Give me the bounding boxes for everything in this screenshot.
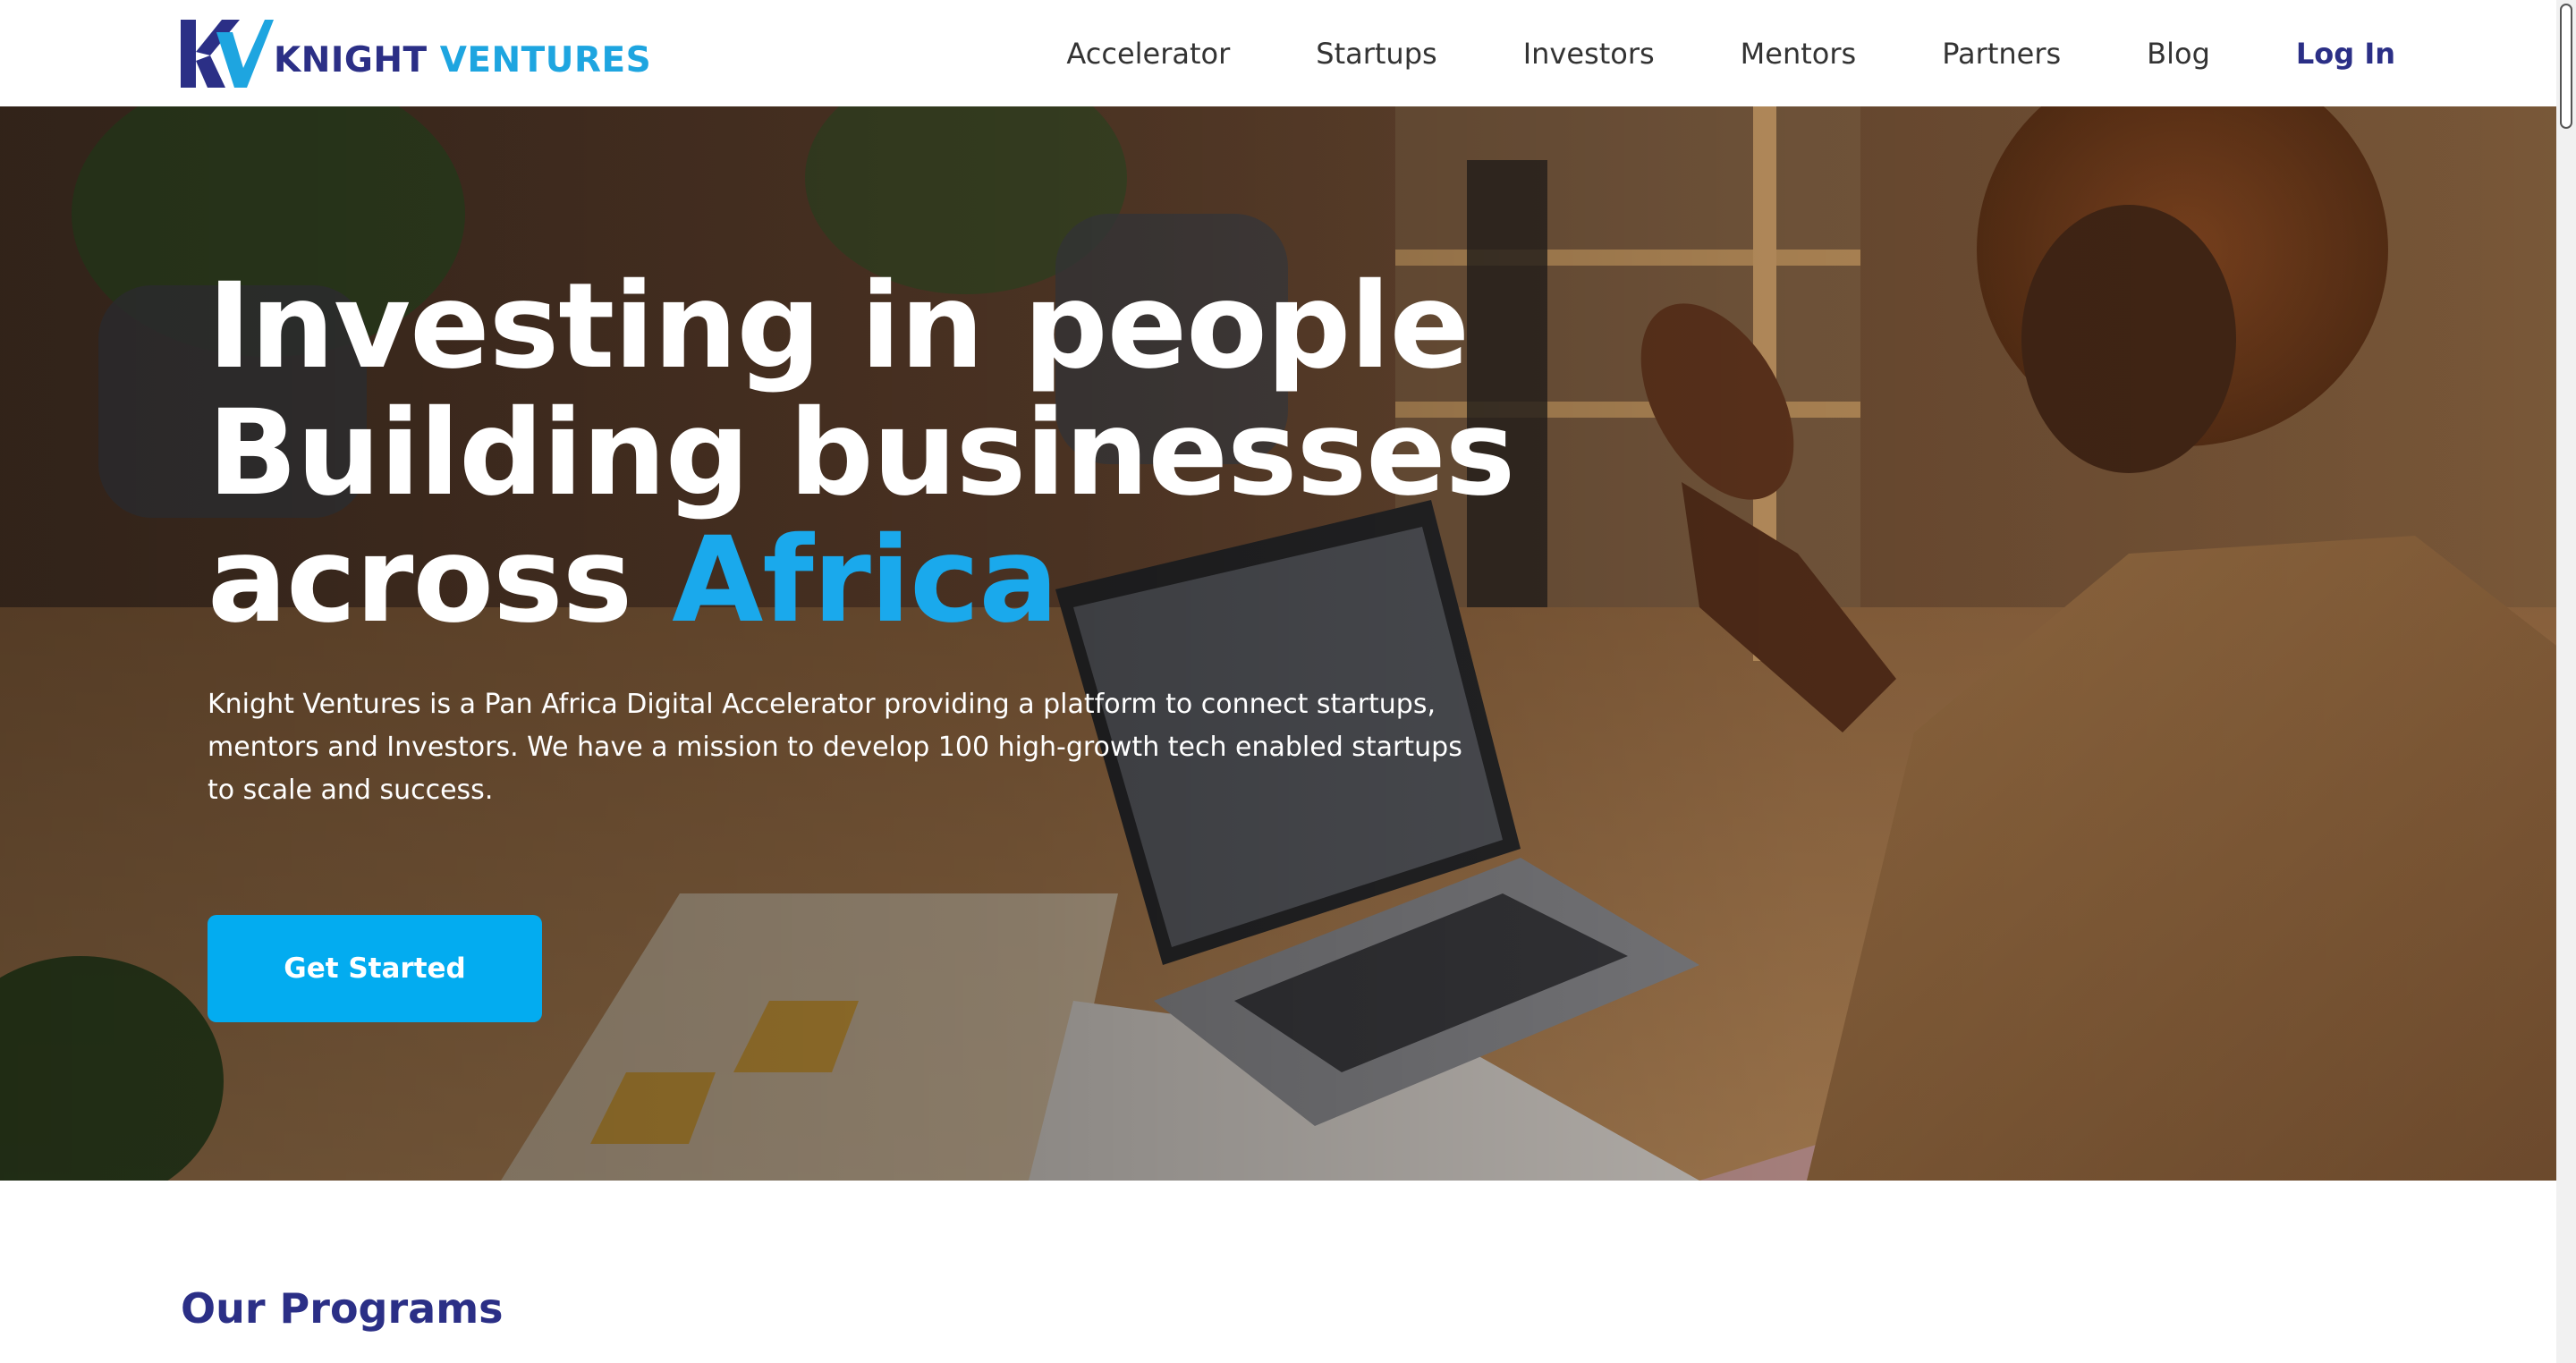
hero-description: Knight Ventures is a Pan Africa Digital … bbox=[208, 689, 1462, 806]
brand-logo[interactable]: KNIGHT VENTURES bbox=[181, 20, 651, 88]
nav-item-mentors[interactable]: Mentors bbox=[1741, 37, 1857, 71]
get-started-button[interactable]: Get Started bbox=[208, 915, 542, 1022]
nav-item-accelerator[interactable]: Accelerator bbox=[1066, 37, 1230, 71]
hero-content: Investing in people Building businesses … bbox=[208, 263, 1549, 812]
nav-item-startups[interactable]: Startups bbox=[1316, 37, 1436, 71]
hero-title-accent-word: Africa bbox=[672, 512, 1058, 649]
hero-title-line-1: Investing in people bbox=[208, 258, 1470, 395]
main-nav: Accelerator Startups Investors Mentors P… bbox=[1066, 32, 2395, 75]
hero-title-line-2: Building businesses bbox=[208, 385, 1515, 522]
hero-title: Investing in people Building businesses … bbox=[208, 263, 1549, 644]
hero-section: Investing in people Building businesses … bbox=[0, 106, 2576, 1181]
nav-item-partners[interactable]: Partners bbox=[1942, 37, 2061, 71]
brand-name-part1: KNIGHT bbox=[274, 39, 428, 80]
page-scrollbar[interactable] bbox=[2556, 0, 2576, 1363]
brand-name-part2: VENTURES bbox=[439, 39, 652, 80]
programs-section-title: Our Programs bbox=[181, 1284, 504, 1333]
brand-name: KNIGHT VENTURES bbox=[274, 40, 651, 80]
knight-ventures-logo-icon bbox=[181, 20, 274, 88]
hero-title-line-3: across Africa bbox=[208, 517, 1549, 644]
nav-item-investors[interactable]: Investors bbox=[1523, 37, 1655, 71]
login-link[interactable]: Log In bbox=[2296, 37, 2395, 71]
hero-title-line-3-prefix: across bbox=[208, 512, 673, 649]
site-header: KNIGHT VENTURES Accelerator Startups Inv… bbox=[0, 0, 2576, 106]
scrollbar-thumb[interactable] bbox=[2560, 4, 2572, 129]
nav-item-blog[interactable]: Blog bbox=[2147, 37, 2210, 71]
